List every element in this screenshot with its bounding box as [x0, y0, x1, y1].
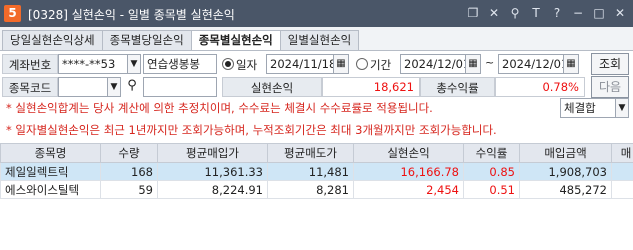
stock-name-field	[143, 77, 217, 97]
close-x-icon[interactable]: ✕	[487, 5, 501, 21]
column-header[interactable]: 평균매도가	[267, 143, 354, 163]
table-row[interactable]: 에스와이스틸텍 59 8,224.91 8,281 2,454 0.51 485…	[0, 180, 633, 199]
truncated-cell	[611, 180, 633, 199]
tab-daily-realized[interactable]: 일별실현손익	[279, 30, 360, 51]
stock-code-label: 종목코드	[2, 77, 58, 97]
realized-pl-label: 실현손익	[222, 77, 322, 97]
title-bar: 5 [0328] 실현손익 - 일별 종목별 실현손익 ❐ ✕ ⚲ T ? − …	[0, 0, 633, 27]
calendar-icon[interactable]: ▦	[563, 54, 579, 74]
window-restore-icon[interactable]: ❐	[466, 5, 480, 21]
table-row[interactable]: 제일일렉트릭 168 11,361.33 11,481 16,166.78 0.…	[0, 162, 633, 181]
window-title: [0328] 실현손익 - 일별 종목별 실현손익	[28, 8, 235, 22]
next-button[interactable]: 다음	[591, 76, 629, 98]
help-icon[interactable]: ?	[550, 5, 564, 21]
column-header[interactable]: 종목명	[0, 143, 101, 163]
settlement-dropdown-icon[interactable]: ▼	[615, 98, 629, 118]
calendar-icon[interactable]: ▦	[333, 54, 349, 74]
search-icon[interactable]: ⚲	[123, 78, 141, 96]
column-header[interactable]: 수량	[100, 143, 158, 163]
app-logo-icon: 5	[4, 5, 21, 22]
tab-daily-detail[interactable]: 당일실현손익상세	[2, 30, 103, 51]
quantity-cell: 168	[100, 162, 158, 181]
text-size-icon[interactable]: T	[529, 5, 543, 21]
column-header[interactable]: 수익률	[463, 143, 520, 163]
pin-icon[interactable]: ⚲	[508, 5, 522, 21]
radio-daily-label: 일자	[236, 58, 258, 72]
total-return-label: 총수익률	[420, 77, 495, 97]
stock-code-dropdown-icon[interactable]: ▼	[107, 77, 121, 97]
notice-line-1: * 실현손익합계는 당사 계산에 의한 추정치이며, 수수료는 체결시 수수료률…	[6, 101, 433, 115]
return-rate-cell: 0.85	[463, 162, 520, 181]
realized-pl-cell: 16,166.78	[353, 162, 464, 181]
calendar-icon[interactable]: ▦	[465, 54, 481, 74]
account-dropdown-icon[interactable]: ▼	[127, 54, 141, 74]
column-header[interactable]: 매입금액	[519, 143, 612, 163]
close-icon[interactable]: ✕	[613, 5, 627, 21]
realized-pl-cell: 2,454	[353, 180, 464, 199]
account-name-field: 연습생봉봉	[143, 54, 217, 74]
realized-pl-value: 18,621	[322, 77, 420, 97]
tab-stock-realized[interactable]: 종목별실현손익	[190, 30, 281, 51]
column-header[interactable]: 실현손익	[353, 143, 464, 163]
maximize-icon[interactable]: □	[592, 5, 606, 21]
account-label: 계좌번호	[2, 54, 58, 74]
account-number-field[interactable]: ****-**53	[58, 54, 128, 74]
radio-period[interactable]	[356, 58, 368, 70]
period-separator: ~	[485, 56, 495, 69]
daily-date-field[interactable]: 2024/11/18	[266, 54, 334, 74]
return-rate-cell: 0.51	[463, 180, 520, 199]
tab-strip: 당일실현손익상세 종목별당일손익 종목별실현손익 일별실현손익	[2, 30, 360, 51]
avg-buy-cell: 8,224.91	[157, 180, 268, 199]
minimize-icon[interactable]: −	[571, 5, 585, 21]
total-return-value: 0.78%	[495, 77, 585, 97]
table-header-row: 종목명 수량 평균매입가 평균매도가 실현손익 수익률 매입금액 매	[0, 143, 633, 163]
avg-buy-cell: 11,361.33	[157, 162, 268, 181]
radio-period-label: 기간	[370, 58, 392, 72]
radio-daily[interactable]	[222, 58, 234, 70]
buy-amount-cell: 485,272	[519, 180, 612, 199]
settlement-select[interactable]: 체결합	[560, 98, 616, 118]
stock-code-field[interactable]	[58, 77, 108, 97]
main-panel: 계좌번호 ****-**53 ▼ 연습생봉봉 일자 2024/11/18 ▦ 기…	[0, 50, 633, 250]
column-header[interactable]: 평균매입가	[157, 143, 268, 163]
column-header[interactable]: 매	[611, 143, 633, 163]
window-controls: ❐ ✕ ⚲ T ? − □ ✕	[466, 5, 627, 21]
realized-pl-table: 종목명 수량 평균매입가 평균매도가 실현손익 수익률 매입금액 매 제일일렉트…	[0, 143, 633, 199]
stock-name-cell[interactable]: 에스와이스틸텍	[0, 180, 101, 199]
notice-line-2: * 일자별실현손익은 최근 1년까지만 조회가능하며, 누적조회기간은 최대 3…	[6, 123, 497, 137]
avg-sell-cell: 11,481	[267, 162, 354, 181]
tab-stock-today[interactable]: 종목별당일손익	[101, 30, 192, 51]
avg-sell-cell: 8,281	[267, 180, 354, 199]
search-button[interactable]: 조회	[591, 53, 629, 75]
buy-amount-cell: 1,908,703	[519, 162, 612, 181]
stock-name-cell[interactable]: 제일일렉트릭	[0, 162, 101, 181]
quantity-cell: 59	[100, 180, 158, 199]
period-from-field[interactable]: 2024/12/01	[400, 54, 466, 74]
period-to-field[interactable]: 2024/12/01	[498, 54, 564, 74]
truncated-cell	[611, 162, 633, 181]
